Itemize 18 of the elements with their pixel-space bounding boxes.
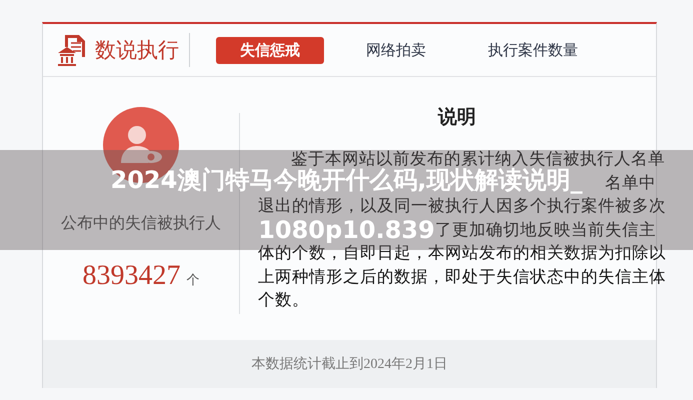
- nav-tab[interactable]: 执行案件数量: [468, 36, 598, 64]
- explanation-text-line: 名单中: [605, 174, 656, 192]
- explanation-text-line: 了更加确切地反映当前失信主: [435, 220, 656, 238]
- banner-title-line: 1080p10.839: [258, 217, 435, 243]
- explanation-text-line: 体的个数，自即日起，本网站发布的相关数据为扣除以: [258, 244, 666, 262]
- courthouse-document-icon: [57, 33, 87, 67]
- section-title: 说明: [438, 107, 476, 129]
- debtor-count: 8393427: [82, 260, 180, 292]
- explanation-text-line: 上两种情形之后的数据，即处于失信状态中的失信主体: [258, 268, 666, 286]
- logo-text: 数说执行: [95, 37, 179, 64]
- nav-tab[interactable]: 失信惩戒: [216, 36, 324, 64]
- count-unit: 个: [186, 271, 200, 289]
- footer-note: 本数据统计截止到2024年2月1日: [252, 355, 448, 373]
- explanation-text-line: 退出的情形，以及同一被执行人因多个执行案件被多次: [258, 197, 666, 215]
- explanation-text-line: 个数。: [258, 291, 309, 309]
- explanation-text-line: 鉴于本网站以前发布的累计纳入失信被执行人名单: [291, 150, 665, 168]
- nav-tab[interactable]: 网络拍卖: [346, 36, 446, 64]
- summary-label: 公布中的失信被执行人: [61, 214, 221, 234]
